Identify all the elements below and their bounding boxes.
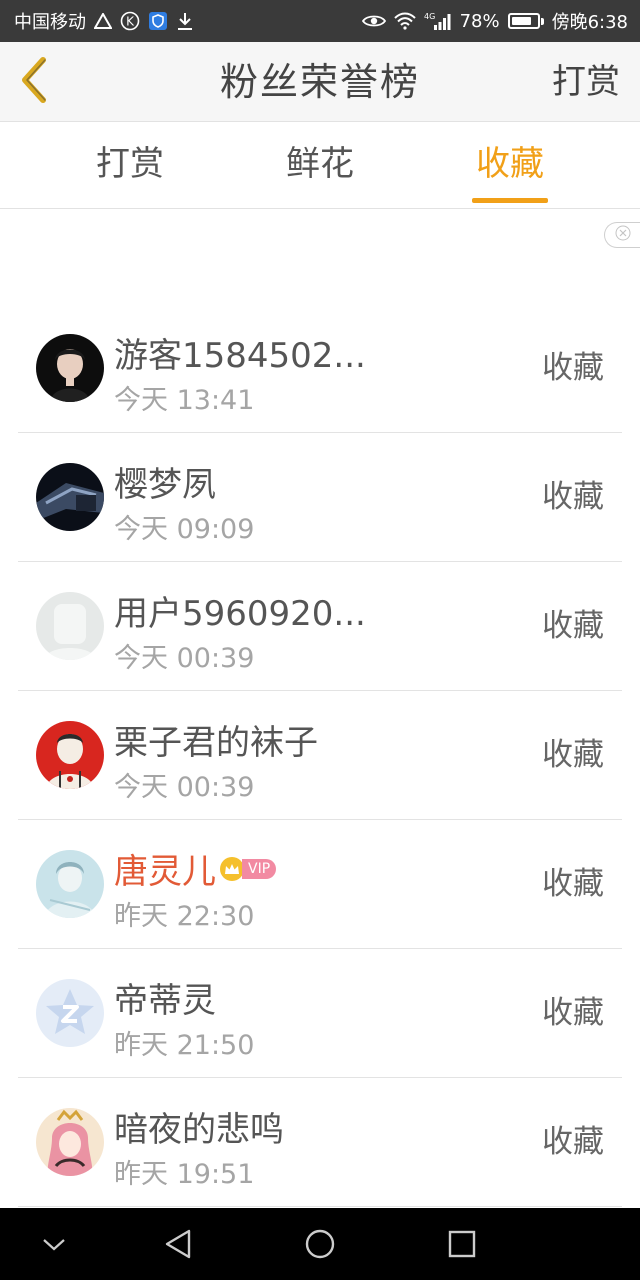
fan-time: 今天 13:41: [114, 385, 255, 416]
tab-label: 打赏: [96, 144, 164, 184]
download-icon: [176, 11, 194, 31]
status-bar: 中国移动 K 4G 78% 傍晚6:38: [0, 0, 640, 42]
list-item[interactable]: 唐灵儿 VIP 昨天 22:30 收藏: [18, 820, 622, 949]
vip-label: VIP: [242, 858, 277, 879]
clock: 傍晚6:38: [551, 12, 628, 33]
home-circle-icon[interactable]: [302, 1226, 338, 1262]
page-title: 粉丝荣誉榜: [219, 60, 420, 104]
avatar: [36, 463, 104, 531]
system-nav-bar: [0, 1208, 640, 1280]
chevron-left-icon: [17, 56, 53, 108]
chevron-down-icon[interactable]: [36, 1226, 72, 1262]
list-item[interactable]: 栗子君的袜子 今天 00:39 收藏: [18, 691, 622, 820]
tab-flowers[interactable]: 鲜花: [260, 122, 380, 209]
fan-time: 今天 00:39: [114, 772, 255, 803]
shield-icon: [148, 11, 168, 31]
list-item[interactable]: 游客1584502... 今天 13:41 收藏: [18, 304, 622, 433]
fan-time: 昨天 19:51: [114, 1159, 255, 1190]
tab-bar: 打赏 鲜花 收藏: [0, 122, 640, 209]
battery-percent: 78%: [459, 10, 500, 32]
active-tab-indicator: [472, 198, 548, 203]
tip-button[interactable]: 打赏: [552, 42, 620, 122]
recents-square-icon[interactable]: [444, 1226, 480, 1262]
fan-name: 暗夜的悲鸣: [114, 1110, 284, 1150]
avatar: [36, 334, 104, 402]
list-item[interactable]: 樱梦夙 今天 09:09 收藏: [18, 433, 622, 562]
fan-name: 樱梦夙: [114, 465, 216, 505]
avatar: [36, 979, 104, 1047]
back-triangle-icon[interactable]: [160, 1226, 196, 1262]
svg-text:4G: 4G: [424, 12, 435, 21]
fan-action-label: 收藏: [542, 995, 604, 1031]
tab-label: 鲜花: [286, 144, 354, 184]
back-button[interactable]: [10, 56, 60, 108]
avatar: [36, 592, 104, 660]
fan-action-label: 收藏: [542, 350, 604, 386]
fan-name: 唐灵儿: [114, 852, 216, 892]
vip-badge: VIP: [220, 856, 277, 881]
fan-name: 栗子君的袜子: [114, 723, 318, 763]
fan-name-row: 唐灵儿 VIP: [114, 844, 277, 893]
carrier-label: 中国移动: [14, 12, 86, 33]
fan-action-label: 收藏: [542, 737, 604, 773]
tab-label: 收藏: [476, 144, 544, 184]
fan-name: 帝蒂灵: [114, 981, 216, 1021]
fan-time: 今天 09:09: [114, 514, 255, 545]
fan-action-label: 收藏: [542, 479, 604, 515]
signal-icon: 4G: [424, 11, 452, 31]
fan-action-label: 收藏: [542, 1124, 604, 1160]
ad-close-button[interactable]: [604, 222, 640, 248]
tab-tip[interactable]: 打赏: [70, 122, 190, 209]
wifi-icon: [393, 12, 416, 30]
fan-name: 用户5960920...: [114, 594, 366, 634]
tab-favorites[interactable]: 收藏: [450, 122, 570, 209]
list-item[interactable]: 暗夜的悲鸣 昨天 19:51 收藏: [18, 1078, 622, 1207]
warning-icon: [94, 13, 112, 29]
fan-name: 游客1584502...: [114, 336, 366, 376]
close-icon: [615, 225, 631, 246]
app-header: 粉丝荣誉榜 打赏: [0, 42, 640, 122]
svg-text:K: K: [126, 15, 135, 29]
list-item[interactable]: 用户5960920... 今天 00:39 收藏: [18, 562, 622, 691]
eye-icon: [361, 13, 386, 29]
k-icon: K: [120, 11, 140, 31]
fan-time: 今天 00:39: [114, 643, 255, 674]
crown-icon: [220, 856, 244, 881]
fan-action-label: 收藏: [542, 866, 604, 902]
battery-icon: [507, 13, 544, 29]
list-item[interactable]: 帝蒂灵 昨天 21:50 收藏: [18, 949, 622, 1078]
fan-time: 昨天 22:30: [114, 901, 255, 932]
fan-action-label: 收藏: [542, 608, 604, 644]
fan-list: 游客1584502... 今天 13:41 收藏 樱梦夙 今天 09:09 收藏…: [18, 304, 622, 1207]
fan-time: 昨天 21:50: [114, 1030, 255, 1061]
avatar: [36, 721, 104, 789]
avatar: [36, 1108, 104, 1176]
avatar: [36, 850, 104, 918]
